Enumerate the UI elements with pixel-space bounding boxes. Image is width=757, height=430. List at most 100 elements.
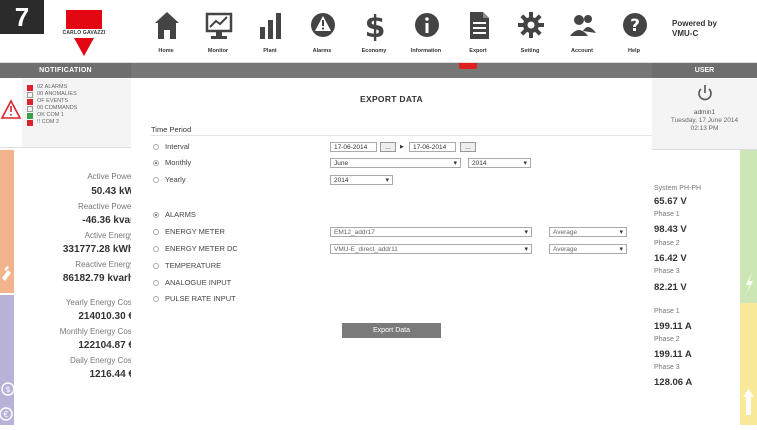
export-data-button[interactable]: Export Data xyxy=(342,323,441,338)
nav-information[interactable]: Information xyxy=(400,0,452,62)
radio-button[interactable] xyxy=(153,295,159,302)
energy-meter-dc-label: ENERGY METER DC xyxy=(165,244,238,253)
energy-meter-dc-option[interactable]: ENERGY METER DC xyxy=(153,244,238,253)
nav-label: Account xyxy=(571,48,593,54)
home-icon xyxy=(155,12,179,39)
notification-item[interactable]: 02 ALARMS xyxy=(27,84,77,91)
phase1-current-label: Phase 1 xyxy=(654,308,680,315)
phase2-voltage-label: Phase 2 xyxy=(654,240,680,247)
username: admin1 xyxy=(693,109,716,116)
phase3-current-value: 128.06 A xyxy=(654,377,693,388)
radio-button[interactable] xyxy=(153,211,159,218)
phase1-voltage-value: 98.43 V xyxy=(654,224,687,235)
radio-button[interactable] xyxy=(153,279,159,286)
monthly-label: Monthly xyxy=(165,158,192,167)
time-period-label: Time Period xyxy=(151,125,192,134)
phase2-voltage-value: 16.42 V xyxy=(654,253,687,264)
phase2-current-label: Phase 2 xyxy=(654,336,680,343)
nav-monitor[interactable]: Monitor xyxy=(192,0,244,62)
nav-economy[interactable]: $ Economy xyxy=(348,0,400,62)
yearly-cost-value: 214010.30 € xyxy=(78,311,134,322)
notification-item[interactable]: 00 COMMANDS xyxy=(27,105,77,112)
radio-button[interactable] xyxy=(153,143,159,150)
info-icon xyxy=(415,13,439,37)
notification-text: EVENTS xyxy=(46,98,69,104)
notification-item[interactable]: 00 ANOMALIES xyxy=(27,91,77,98)
radio-button[interactable] xyxy=(153,176,159,183)
energy-meter-select[interactable]: EM12_addr17 xyxy=(330,227,532,238)
logo-text: CARLO GAVAZZI xyxy=(62,30,106,36)
nav-home[interactable]: Home xyxy=(140,0,192,62)
users-icon xyxy=(570,15,596,36)
cost-stripe: $ € xyxy=(0,295,15,425)
nav-alarms[interactable]: Alarms xyxy=(296,0,348,62)
active-energy-label: Active Energy xyxy=(84,231,134,240)
month-select[interactable]: June xyxy=(330,158,461,169)
user-datetime: Tuesday, 17 June 2014 02:13 PM xyxy=(652,117,757,133)
phase1-voltage-label: Phase 1 xyxy=(654,211,680,218)
energy-meter-label: ENERGY METER xyxy=(165,227,225,236)
reactive-power-value: -46.36 kvar xyxy=(82,215,134,226)
year-select[interactable]: 2014 xyxy=(330,175,393,186)
status-square-icon xyxy=(27,98,33,105)
monthly-option[interactable]: Monthly xyxy=(153,158,191,167)
power-stripe xyxy=(0,150,14,293)
document-icon xyxy=(470,12,489,39)
nav-label: Information xyxy=(410,48,442,54)
energy-meter-dc-select[interactable]: VMU-E_direct_addr11 xyxy=(330,244,532,255)
radio-button[interactable] xyxy=(153,262,159,269)
lightning-icon xyxy=(745,272,753,296)
interval-option[interactable]: Interval xyxy=(153,142,190,151)
yearly-label: Yearly xyxy=(165,175,186,184)
date-picker-from-button[interactable]: ... xyxy=(380,142,396,152)
alarms-option[interactable]: ALARMS xyxy=(153,210,196,219)
status-square-icon xyxy=(27,84,33,91)
nav-setting[interactable]: Setting xyxy=(504,0,556,62)
nav-label: Home xyxy=(158,48,174,54)
nav-plant[interactable]: Plant xyxy=(244,0,296,62)
powered-by: Powered by VMU-C xyxy=(672,19,717,39)
daily-cost-label: Daily Energy Cost xyxy=(69,356,134,365)
nav-label: Setting xyxy=(520,48,540,54)
temperature-label: TEMPERATURE xyxy=(165,261,222,270)
notification-item[interactable]: OF EVENTS xyxy=(27,98,77,105)
active-power-label: Active Power xyxy=(87,172,134,181)
pulse-rate-label: PULSE RATE INPUT xyxy=(165,294,236,303)
temperature-option[interactable]: TEMPERATURE xyxy=(153,261,221,270)
energy-meter-option[interactable]: ENERGY METER xyxy=(153,227,225,236)
pulse-rate-option[interactable]: PULSE RATE INPUT xyxy=(153,294,236,303)
notification-count: 00 xyxy=(37,91,44,97)
radio-button[interactable] xyxy=(153,159,159,166)
analogue-input-option[interactable]: ANALOGUE INPUT xyxy=(153,278,231,287)
radio-button[interactable] xyxy=(153,245,159,252)
svg-text:€: € xyxy=(3,410,8,419)
month-year-select[interactable]: 2014 xyxy=(468,158,531,169)
notification-item[interactable]: OK COM 1 xyxy=(27,112,77,119)
power-icon[interactable] xyxy=(652,79,757,107)
status-square-icon xyxy=(27,119,33,126)
monthly-cost-value: 122104.87 € xyxy=(78,340,134,351)
notification-count: OF xyxy=(37,98,45,104)
nav-export[interactable]: Export xyxy=(452,0,504,62)
monthly-cost-label: Monthly Energy Cost xyxy=(59,327,134,336)
interval-to-field[interactable]: 17-06-2014 xyxy=(409,142,456,152)
energy-meter-aggregation-select[interactable]: Average xyxy=(549,227,627,238)
notification-item[interactable]: !! COM 2 xyxy=(27,119,77,126)
user-time: 02:13 PM xyxy=(690,125,719,132)
monitor-icon xyxy=(205,12,233,39)
nav-account[interactable]: Account xyxy=(556,0,608,62)
phase3-voltage-value: 82.21 V xyxy=(654,282,687,293)
powered-line2: VMU-C xyxy=(672,29,699,38)
date-picker-to-button[interactable]: ... xyxy=(460,142,476,152)
system-value: 65.67 V xyxy=(654,196,687,207)
energy-meter-dc-aggregation-select[interactable]: Average xyxy=(549,244,627,255)
yearly-option[interactable]: Yearly xyxy=(153,175,186,184)
daily-cost-value: 1216.44 € xyxy=(89,369,135,380)
nav-label: Plant xyxy=(263,48,277,54)
current-icon xyxy=(743,389,754,415)
nav-help[interactable]: ? Help xyxy=(608,0,660,62)
radio-button[interactable] xyxy=(153,228,159,235)
gear-icon xyxy=(518,12,544,38)
interval-from-field[interactable]: 17-06-2014 xyxy=(330,142,377,152)
nav-label: Economy xyxy=(361,48,387,54)
